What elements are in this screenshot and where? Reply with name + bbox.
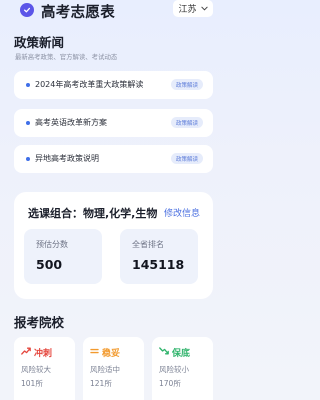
equal-icon	[90, 347, 102, 358]
category-risk: 风险较小	[159, 365, 189, 374]
trend-up-icon	[21, 347, 34, 358]
province-selector[interactable]: 江苏	[173, 0, 213, 17]
course-card: 选课组合：物理,化学,生物 修改信息 预估分数 500 全省排名 145118	[14, 192, 213, 299]
app-header: 高考志愿表 江苏	[0, 0, 225, 22]
edit-info-link[interactable]: 修改信息	[164, 206, 200, 219]
course-combination: 选课组合：物理,化学,生物	[28, 207, 158, 220]
news-title: 异地高考政策说明	[35, 154, 99, 163]
news-item[interactable]: 高考英语改革新方案 政策解读	[14, 109, 213, 137]
news-tag: 政策解读	[170, 79, 203, 90]
category-name: 保底	[172, 349, 191, 359]
news-title: 高考英语改革新方案	[35, 118, 107, 127]
bullet-dot-icon	[26, 83, 30, 87]
stat-value: 145118	[132, 257, 185, 272]
estimated-score-box: 预估分数 500	[24, 229, 102, 284]
school-category-safety[interactable]: 保底 风险较小 170所	[152, 337, 213, 400]
trend-down-icon	[159, 347, 172, 358]
news-tag: 政策解读	[170, 153, 203, 164]
school-category-reach[interactable]: 冲刺 风险较大 101所	[14, 337, 75, 400]
category-count: 170所	[159, 379, 181, 388]
category-count: 101所	[21, 379, 43, 388]
school-category-match[interactable]: 稳妥 风险适中 121所	[83, 337, 144, 400]
schools-section-title: 报考院校	[14, 315, 65, 330]
news-tag: 政策解读	[170, 117, 203, 128]
chevron-down-icon	[200, 4, 208, 14]
category-name: 稳妥	[102, 349, 121, 359]
app-title: 高考志愿表	[41, 5, 115, 21]
policy-section-subtitle: 最新高考政策、官方解读、考试动态	[15, 53, 118, 61]
province-rank-box: 全省排名 145118	[120, 229, 198, 284]
category-name: 冲刺	[34, 349, 53, 359]
policy-section-title: 政策新闻	[14, 35, 65, 50]
check-circle-icon	[20, 3, 34, 17]
bullet-dot-icon	[26, 157, 30, 161]
stat-label: 全省排名	[132, 240, 164, 249]
news-title: 2024年高考改革重大政策解读	[35, 80, 144, 89]
category-count: 121所	[90, 379, 112, 388]
stat-label: 预估分数	[36, 240, 68, 249]
stat-value: 500	[36, 257, 63, 272]
news-item[interactable]: 异地高考政策说明 政策解读	[14, 145, 213, 173]
province-label: 江苏	[178, 5, 197, 15]
category-risk: 风险较大	[21, 365, 51, 374]
category-risk: 风险适中	[90, 365, 120, 374]
news-item[interactable]: 2024年高考改革重大政策解读 政策解读	[14, 71, 213, 99]
bullet-dot-icon	[26, 121, 30, 125]
